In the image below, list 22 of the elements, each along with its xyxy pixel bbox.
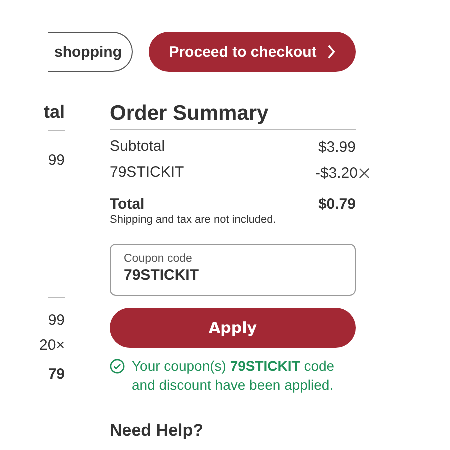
continue-shopping-button[interactable]: shopping	[48, 32, 133, 72]
check-circle-icon	[110, 359, 125, 374]
price-text: 99	[48, 152, 65, 169]
line-label: 79STICKIT	[110, 164, 184, 182]
price-text: 79	[48, 366, 65, 383]
order-summary-title: Order Summary	[110, 102, 356, 130]
checkout-button[interactable]: Proceed to checkout	[149, 32, 356, 72]
shipping-note: Shipping and tax are not included.	[110, 214, 278, 226]
total-label: Total	[110, 196, 145, 213]
coupon-field[interactable]: Coupon code 79STICKIT	[110, 244, 356, 296]
price-text: 99	[48, 312, 65, 329]
column-heading: tal	[44, 102, 65, 124]
total-amount: $0.79	[318, 196, 356, 213]
price-text: 20×	[40, 337, 65, 354]
need-help-heading: Need Help?	[110, 421, 205, 441]
line-label: Subtotal	[110, 138, 166, 156]
line-amount: $3.99	[318, 138, 356, 156]
apply-button[interactable]: Apply	[110, 308, 356, 348]
success-message: Your coupon(s) 79STICKIT code and discount have been applied.	[132, 357, 336, 395]
remove-icon[interactable]	[359, 168, 370, 178]
line-amount: -$3.20	[315, 164, 358, 182]
chevron-right-icon	[326, 45, 336, 59]
